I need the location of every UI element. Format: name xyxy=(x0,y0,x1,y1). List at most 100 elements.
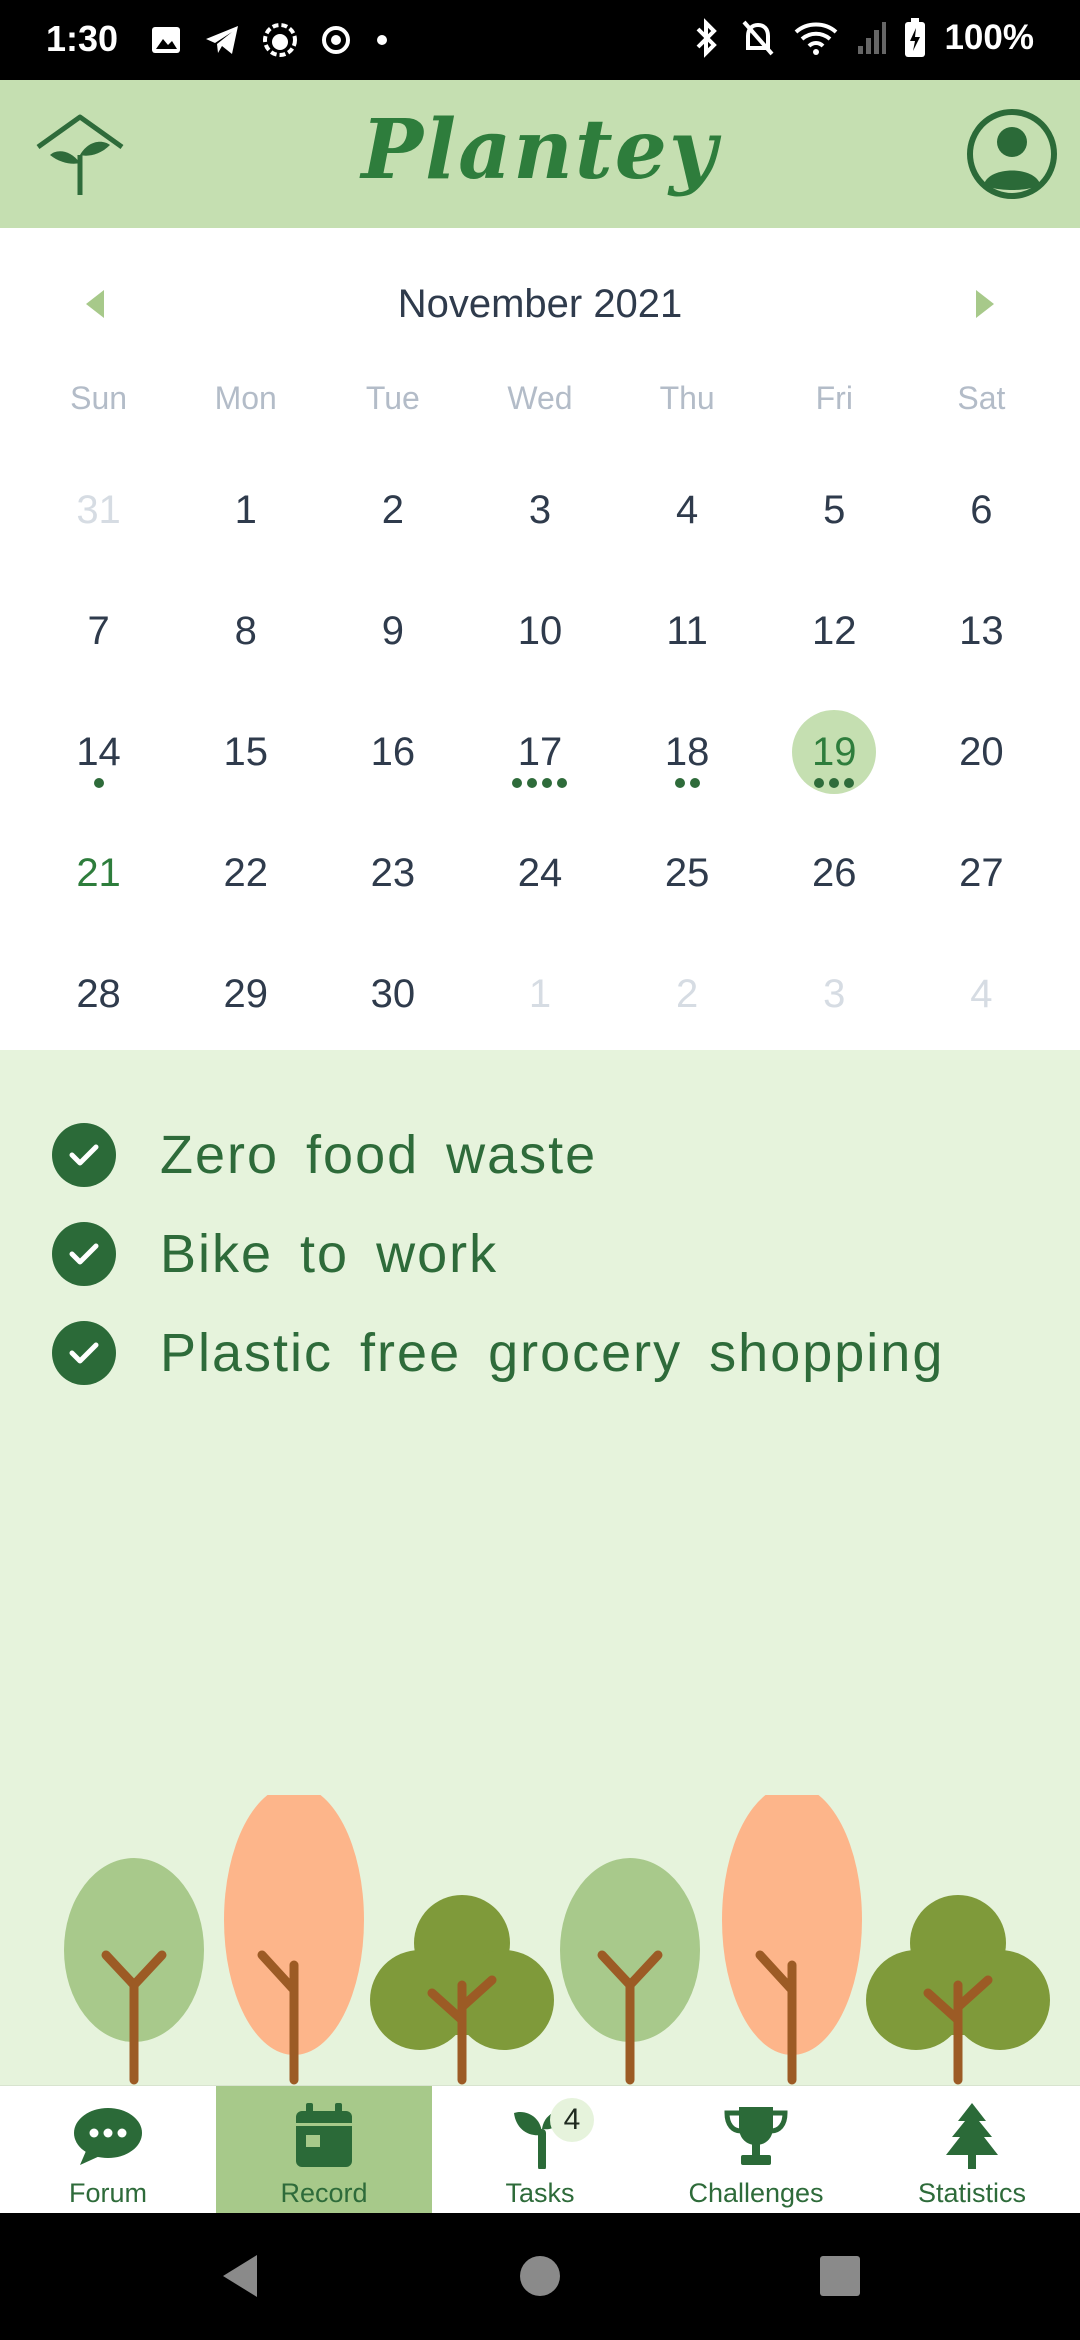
nav-record[interactable]: Record xyxy=(216,2086,432,2214)
day-number: 11 xyxy=(666,609,708,653)
day-grid: 31 1 2 3 4 5 6 7 8 9 10 11 12 13 14 15 16 17 18 19 20 21 22 23 2… xyxy=(0,470,1080,1075)
completed-task-item[interactable]: Bike to work xyxy=(52,1204,944,1303)
calendar-day[interactable]: 24 xyxy=(466,833,613,954)
calendar-day[interactable]: 13 xyxy=(908,591,1055,712)
task-dot xyxy=(557,778,568,788)
calendar-day[interactable]: 6 xyxy=(908,470,1055,591)
day-number: 27 xyxy=(959,851,1004,895)
pine-tree-icon xyxy=(946,2103,998,2169)
day-number: 30 xyxy=(370,972,416,1016)
calendar-day[interactable]: 8 xyxy=(172,591,319,712)
back-icon[interactable] xyxy=(215,2251,265,2301)
calendar-day[interactable]: 15 xyxy=(172,712,319,833)
day-number: 22 xyxy=(223,851,268,895)
check-circle-icon xyxy=(52,1221,116,1286)
task-dots xyxy=(761,778,908,788)
calendar-day[interactable]: 4 xyxy=(614,470,761,591)
day-number: 9 xyxy=(381,609,404,653)
day-number: 6 xyxy=(970,488,993,532)
app-title: Plantey xyxy=(361,102,719,198)
check-circle-icon xyxy=(52,1122,116,1187)
battery-percent: 100% xyxy=(944,18,1034,57)
system-navigation-bar xyxy=(0,2213,1080,2340)
task-dot xyxy=(527,778,538,788)
calendar-day[interactable]: 21 xyxy=(25,833,172,954)
profile-button[interactable] xyxy=(964,106,1060,202)
calendar-day[interactable]: 20 xyxy=(908,712,1055,833)
task-dot xyxy=(542,778,553,788)
calendar-day[interactable]: 9 xyxy=(319,591,466,712)
completed-task-item[interactable]: Zero food waste xyxy=(52,1105,944,1204)
signal-icon xyxy=(858,22,887,54)
bluetooth-icon xyxy=(697,18,718,58)
task-label: Zero food waste xyxy=(160,1124,598,1185)
calendar-icon xyxy=(296,2103,352,2167)
day-number: 29 xyxy=(223,972,268,1016)
trees-illustration xyxy=(64,1795,1050,2085)
next-month-button[interactable] xyxy=(970,286,1000,322)
task-label: Bike to work xyxy=(160,1223,499,1284)
day-number: 23 xyxy=(370,851,416,895)
calendar-day[interactable]: 31 xyxy=(25,470,172,591)
recents-icon[interactable] xyxy=(815,2251,865,2301)
nav-tasks[interactable]: 4 Tasks xyxy=(432,2086,648,2214)
calendar-day[interactable]: 25 xyxy=(614,833,761,954)
calendar-day[interactable]: 2 xyxy=(319,470,466,591)
day-number: 4 xyxy=(970,972,993,1016)
day-number: 31 xyxy=(76,488,121,532)
day-number: 24 xyxy=(517,851,563,895)
calendar-day[interactable]: 23 xyxy=(319,833,466,954)
day-number: 8 xyxy=(234,609,257,653)
calendar-day[interactable]: 27 xyxy=(908,833,1055,954)
nav-label: Record xyxy=(280,2178,368,2208)
weekday-label: Wed xyxy=(507,380,573,416)
nav-challenges[interactable]: Challenges xyxy=(648,2086,864,2214)
calendar-day[interactable]: 11 xyxy=(614,591,761,712)
calendar-day[interactable]: 5 xyxy=(761,470,908,591)
calendar-day[interactable]: 1 xyxy=(172,470,319,591)
calendar-day[interactable]: 16 xyxy=(319,712,466,833)
day-number: 7 xyxy=(87,609,110,653)
day-number: 5 xyxy=(823,488,846,532)
calendar-day[interactable]: 7 xyxy=(25,591,172,712)
calendar-day-selected[interactable]: 19 xyxy=(761,710,908,833)
task-dot xyxy=(829,778,840,788)
task-dot xyxy=(814,778,825,788)
calendar-day[interactable]: 18 xyxy=(614,712,761,833)
chevron-right-icon xyxy=(976,290,994,318)
completed-task-item[interactable]: Plastic free grocery shopping xyxy=(52,1303,944,1402)
calendar-day[interactable]: 3 xyxy=(466,470,613,591)
check-circle-icon xyxy=(52,1320,116,1385)
image-icon xyxy=(152,27,180,53)
nav-statistics[interactable]: Statistics xyxy=(864,2086,1080,2214)
task-label: Plastic free grocery shopping xyxy=(160,1322,945,1383)
day-number: 20 xyxy=(959,730,1004,774)
day-number: 21 xyxy=(76,851,121,895)
calendar-day[interactable]: 14 xyxy=(25,712,172,833)
day-number: 3 xyxy=(528,488,552,532)
month-navigation: November 2021 xyxy=(0,268,1080,338)
app-header: Plantey xyxy=(0,80,1080,228)
calendar-day[interactable]: 12 xyxy=(761,591,908,712)
nav-label: Challenges xyxy=(688,2178,824,2208)
calendar-day[interactable]: 10 xyxy=(466,591,613,712)
task-dots xyxy=(614,778,761,788)
day-number: 28 xyxy=(76,972,121,1016)
task-dots xyxy=(25,778,172,788)
day-number: 1 xyxy=(234,488,257,532)
tasks-count-badge: 4 xyxy=(550,2098,594,2142)
calendar: November 2021 Sun Mon Tue Wed Thu Fri Sat 31 1 2… xyxy=(0,228,1080,1050)
day-number: 3 xyxy=(823,972,846,1016)
day-number: 16 xyxy=(370,730,416,774)
home-circle-icon[interactable] xyxy=(515,2251,565,2301)
task-dots xyxy=(466,778,613,788)
weekday-label: Sun xyxy=(70,380,128,416)
status-system-icons: 100% xyxy=(692,16,1034,60)
nav-forum[interactable]: Forum xyxy=(0,2086,216,2214)
calendar-day[interactable]: 22 xyxy=(172,833,319,954)
calendar-day[interactable]: 26 xyxy=(761,833,908,954)
task-dot xyxy=(674,778,685,788)
task-dot xyxy=(844,778,855,788)
task-dot xyxy=(512,778,523,788)
calendar-day[interactable]: 17 xyxy=(466,712,613,833)
